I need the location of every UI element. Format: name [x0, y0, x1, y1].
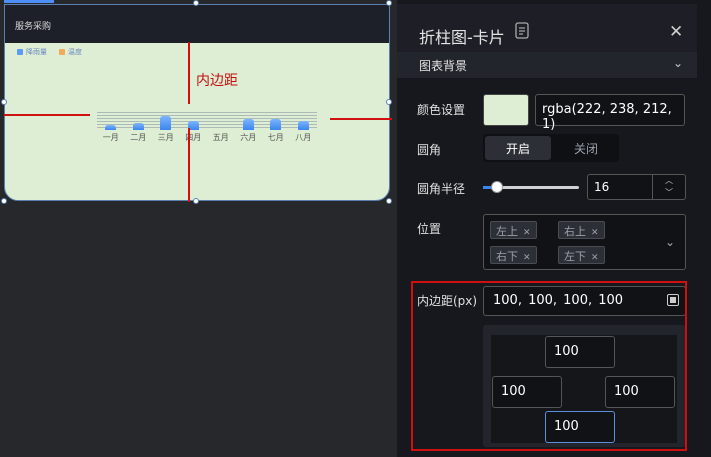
chart-legend: 降雨量 温度: [17, 47, 82, 57]
radius-label: 圆角: [417, 143, 442, 157]
document-icon[interactable]: [515, 22, 531, 40]
grid-line: [97, 121, 317, 122]
panel-header: 折柱图-卡片 ✕: [397, 4, 697, 52]
color-input[interactable]: rgba(222, 238, 212, 1): [535, 94, 685, 132]
legend-swatch-temp: [59, 49, 65, 55]
chevron-down-icon[interactable]: ⌄: [665, 235, 675, 249]
design-canvas[interactable]: 服务采购 降雨量 温度 一月 二月 三月 四月 五月 六月 七月 八月 内边距: [0, 0, 397, 457]
x-tick-label: 四月: [185, 133, 202, 142]
x-tick-label: 六月: [240, 133, 257, 142]
chart-card[interactable]: 服务采购 降雨量 温度 一月 二月 三月 四月 五月 六月 七月 八月: [4, 4, 390, 201]
chevron-down-icon[interactable]: ﹀: [653, 187, 685, 199]
x-tick-label: 五月: [212, 133, 229, 142]
padding-line-right: [330, 118, 392, 120]
resize-handle[interactable]: [386, 99, 392, 105]
selection-accent: [4, 0, 54, 3]
bar: [132, 122, 144, 130]
close-icon[interactable]: ✕: [523, 253, 531, 263]
legend-item-temp: 温度: [59, 47, 82, 57]
radius-slider-knob[interactable]: [491, 181, 503, 193]
close-icon[interactable]: ✕: [523, 228, 531, 238]
bar: [297, 121, 309, 130]
legend-swatch-rain: [17, 49, 23, 55]
close-icon[interactable]: ✕: [669, 22, 683, 42]
position-tag[interactable]: 左下 ✕: [558, 246, 605, 264]
close-icon[interactable]: ✕: [591, 253, 599, 263]
chart-plot: [97, 112, 317, 130]
x-tick-label: 三月: [157, 133, 174, 142]
color-label: 颜色设置: [417, 103, 466, 117]
color-swatch[interactable]: [483, 94, 529, 126]
radius-stepper[interactable]: ︿ ﹀: [652, 174, 686, 200]
grid-line: [97, 118, 317, 119]
section-title: 图表背景: [419, 59, 468, 73]
tag-label: 右下: [496, 250, 518, 263]
padding-line-bottom: [188, 128, 190, 202]
tag-label: 左下: [564, 250, 586, 263]
chevron-up-icon[interactable]: ︿: [653, 175, 685, 187]
position-label: 位置: [417, 222, 442, 236]
position-tag[interactable]: 左上 ✕: [490, 221, 537, 239]
radius-size-label: 圆角半径: [417, 182, 466, 196]
bar: [160, 115, 172, 130]
x-tick-label: 七月: [267, 133, 284, 142]
section-header[interactable]: 图表背景 ⌄: [397, 52, 697, 78]
toggle-off[interactable]: 关闭: [553, 134, 619, 162]
highlight-box: [411, 281, 687, 451]
resize-handle[interactable]: [193, 0, 199, 6]
grid-line: [97, 115, 317, 116]
legend-label: 温度: [68, 48, 82, 56]
grid-line: [97, 124, 317, 125]
grid-line: [97, 127, 317, 128]
bar: [105, 124, 117, 130]
padding-line-top: [188, 42, 190, 104]
resize-handle[interactable]: [1, 198, 7, 204]
x-tick-label: 八月: [295, 133, 312, 142]
position-tag[interactable]: 右下 ✕: [490, 246, 537, 264]
x-tick-label: 二月: [130, 133, 147, 142]
resize-handle[interactable]: [386, 198, 392, 204]
tag-label: 右上: [564, 225, 586, 238]
position-tag[interactable]: 右上 ✕: [558, 221, 605, 239]
resize-handle[interactable]: [1, 99, 7, 105]
padding-line-left: [4, 114, 90, 116]
panel-title: 折柱图-卡片: [419, 28, 505, 47]
grid-line: [97, 112, 317, 113]
card-title: 服务采购: [15, 22, 52, 32]
toggle-on[interactable]: 开启: [485, 136, 551, 160]
radius-value-input[interactable]: 16: [587, 174, 653, 200]
tag-label: 左上: [496, 225, 518, 238]
position-select[interactable]: 左上 ✕ 右上 ✕ 右下 ✕ 左下 ✕ ⌄: [483, 214, 686, 270]
legend-item-rain: 降雨量: [17, 47, 47, 57]
resize-handle[interactable]: [193, 198, 199, 204]
bar: [242, 119, 254, 130]
close-icon[interactable]: ✕: [591, 228, 599, 238]
legend-label: 降雨量: [26, 48, 47, 56]
radius-toggle[interactable]: 开启 关闭: [483, 134, 619, 162]
card-header: 服务采购: [5, 5, 389, 43]
x-tick-label: 一月: [102, 133, 119, 142]
padding-annotation: 内边距: [196, 73, 238, 89]
resize-handle[interactable]: [386, 0, 392, 6]
app-root: 服务采购 降雨量 温度 一月 二月 三月 四月 五月 六月 七月 八月 内边距 折柱图-卡片: [0, 0, 711, 457]
chevron-down-icon[interactable]: ⌄: [673, 56, 683, 70]
bar: [270, 119, 282, 130]
